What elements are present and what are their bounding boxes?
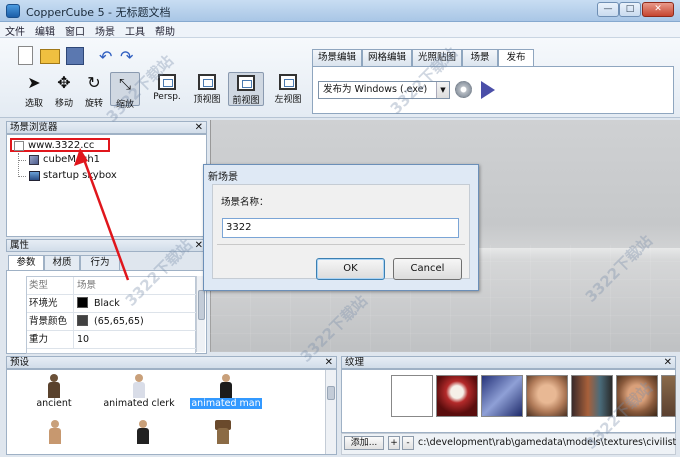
texture-thumb[interactable] bbox=[436, 375, 478, 417]
dialog-body: 场景名称： 3322 OK Cancel bbox=[212, 184, 470, 280]
open-folder-icon[interactable] bbox=[40, 49, 60, 64]
texture-thumb[interactable] bbox=[391, 375, 433, 417]
tab-scene-edit[interactable]: 场景编辑 bbox=[312, 49, 362, 66]
preset-item-animated-clerk[interactable]: animated clerk bbox=[99, 374, 179, 409]
preset-item-animated-man[interactable]: animated man bbox=[187, 374, 265, 409]
play-icon[interactable] bbox=[481, 81, 495, 99]
person-icon bbox=[47, 420, 63, 444]
app-icon bbox=[6, 4, 20, 18]
annotation-arrow bbox=[74, 148, 130, 281]
texture-path: c:\development\rab\gamedata\models\textu… bbox=[418, 437, 676, 448]
menu-file[interactable]: 文件 bbox=[0, 22, 30, 38]
tree-line bbox=[18, 160, 26, 161]
rotate-icon: ↻ bbox=[87, 73, 101, 92]
top-view-button[interactable]: 顶视图 bbox=[190, 74, 224, 105]
menu-edit[interactable]: 编辑 bbox=[30, 22, 60, 38]
top-view-icon bbox=[198, 74, 216, 90]
left-view-button[interactable]: 左视图 bbox=[270, 74, 306, 105]
properties-table: 类型 场景 环境光 Black 背景颜色 (65,65,65) 重力 10 bbox=[26, 276, 197, 354]
texture-thumb[interactable] bbox=[661, 375, 676, 417]
close-icon[interactable]: ✕ bbox=[195, 122, 203, 133]
scene-browser-header: 场景浏览器 ✕ bbox=[6, 121, 207, 134]
close-icon[interactable]: ✕ bbox=[664, 357, 672, 368]
presets-list: ancient animated clerk animated man bbox=[6, 369, 337, 455]
preset-item-ancient[interactable]: ancient bbox=[31, 374, 77, 409]
cancel-button[interactable]: Cancel bbox=[393, 258, 462, 280]
menu-help[interactable]: 帮助 bbox=[150, 22, 180, 38]
preset-item-person[interactable] bbox=[131, 420, 155, 444]
front-view-button[interactable]: 前视图 bbox=[228, 72, 264, 106]
close-button[interactable]: ✕ bbox=[642, 2, 674, 17]
save-icon[interactable] bbox=[66, 47, 84, 65]
texture-thumb[interactable] bbox=[481, 375, 523, 417]
scene-name-input[interactable]: 3322 bbox=[222, 218, 459, 238]
add-texture-button[interactable]: 添加... bbox=[344, 436, 384, 450]
statue-icon bbox=[46, 374, 62, 398]
tree-line bbox=[18, 153, 19, 177]
cube-icon bbox=[29, 155, 39, 165]
move-tool-button[interactable]: ✥ 移动 bbox=[50, 73, 78, 110]
scene-name-label: 场景名称： bbox=[221, 197, 269, 208]
presets-scrollbar[interactable] bbox=[325, 370, 336, 454]
textures-header: 纹理 ✕ bbox=[341, 356, 676, 369]
dialog-title: 新场景 bbox=[208, 172, 238, 183]
front-view-icon bbox=[237, 75, 255, 91]
menu-bar: 文件 编辑 窗口 场景 工具 帮助 bbox=[0, 22, 680, 38]
tab-parameters[interactable]: 参数 bbox=[8, 255, 44, 270]
presets-header: 预设 ✕ bbox=[6, 356, 337, 369]
move-icon: ✥ bbox=[57, 73, 71, 92]
undo-icon[interactable]: ↶ bbox=[99, 49, 112, 65]
maximize-button[interactable]: □ bbox=[619, 2, 641, 17]
redo-icon[interactable]: ↷ bbox=[120, 49, 133, 65]
add-button[interactable]: + bbox=[388, 436, 400, 450]
window-title: CopperCube 5 - 无标题文档 bbox=[26, 6, 171, 19]
scrollbar-thumb[interactable] bbox=[327, 386, 335, 400]
house-icon bbox=[215, 420, 231, 444]
color-swatch[interactable] bbox=[77, 315, 88, 326]
chevron-down-icon: ▼ bbox=[436, 82, 449, 98]
property-row-ambient[interactable]: 环境光 Black bbox=[27, 295, 197, 313]
new-file-icon[interactable] bbox=[18, 46, 33, 65]
color-swatch[interactable] bbox=[77, 297, 88, 308]
person-icon bbox=[218, 374, 234, 398]
close-icon[interactable]: ✕ bbox=[325, 357, 333, 368]
person-icon bbox=[131, 374, 147, 398]
menu-window[interactable]: 窗口 bbox=[60, 22, 90, 38]
menu-scene[interactable]: 场景 bbox=[90, 22, 120, 38]
preset-item-person[interactable] bbox=[43, 420, 67, 444]
property-row-gravity[interactable]: 重力 10 bbox=[27, 331, 197, 349]
tab-mesh-edit[interactable]: 网格编辑 bbox=[362, 49, 412, 66]
left-view-icon bbox=[279, 74, 297, 90]
menu-tools[interactable]: 工具 bbox=[120, 22, 150, 38]
tab-publish[interactable]: 发布 bbox=[498, 49, 534, 67]
scrollbar-thumb[interactable] bbox=[198, 290, 205, 320]
ok-button[interactable]: OK bbox=[316, 258, 385, 280]
title-bar: CopperCube 5 - 无标题文档 — □ ✕ bbox=[0, 0, 680, 22]
rotate-tool-button[interactable]: ↻ 旋转 bbox=[80, 73, 108, 110]
minimize-button[interactable]: — bbox=[597, 2, 619, 17]
texture-thumb[interactable] bbox=[526, 375, 568, 417]
document-icon bbox=[14, 141, 24, 151]
preset-item-hut[interactable] bbox=[211, 420, 235, 444]
remove-button[interactable]: - bbox=[402, 436, 414, 450]
select-tool-button[interactable]: ➤ 选取 bbox=[20, 73, 48, 110]
person-icon bbox=[135, 420, 151, 444]
tab-scene[interactable]: 场景 bbox=[462, 49, 498, 66]
dialog-divider bbox=[217, 244, 465, 245]
gear-icon[interactable] bbox=[455, 81, 472, 98]
new-scene-dialog: 新场景 场景名称： 3322 OK Cancel bbox=[203, 164, 479, 291]
skybox-icon bbox=[29, 171, 40, 181]
cursor-icon: ➤ bbox=[27, 73, 41, 92]
property-row-background[interactable]: 背景颜色 (65,65,65) bbox=[27, 313, 197, 331]
tree-line bbox=[18, 176, 26, 177]
